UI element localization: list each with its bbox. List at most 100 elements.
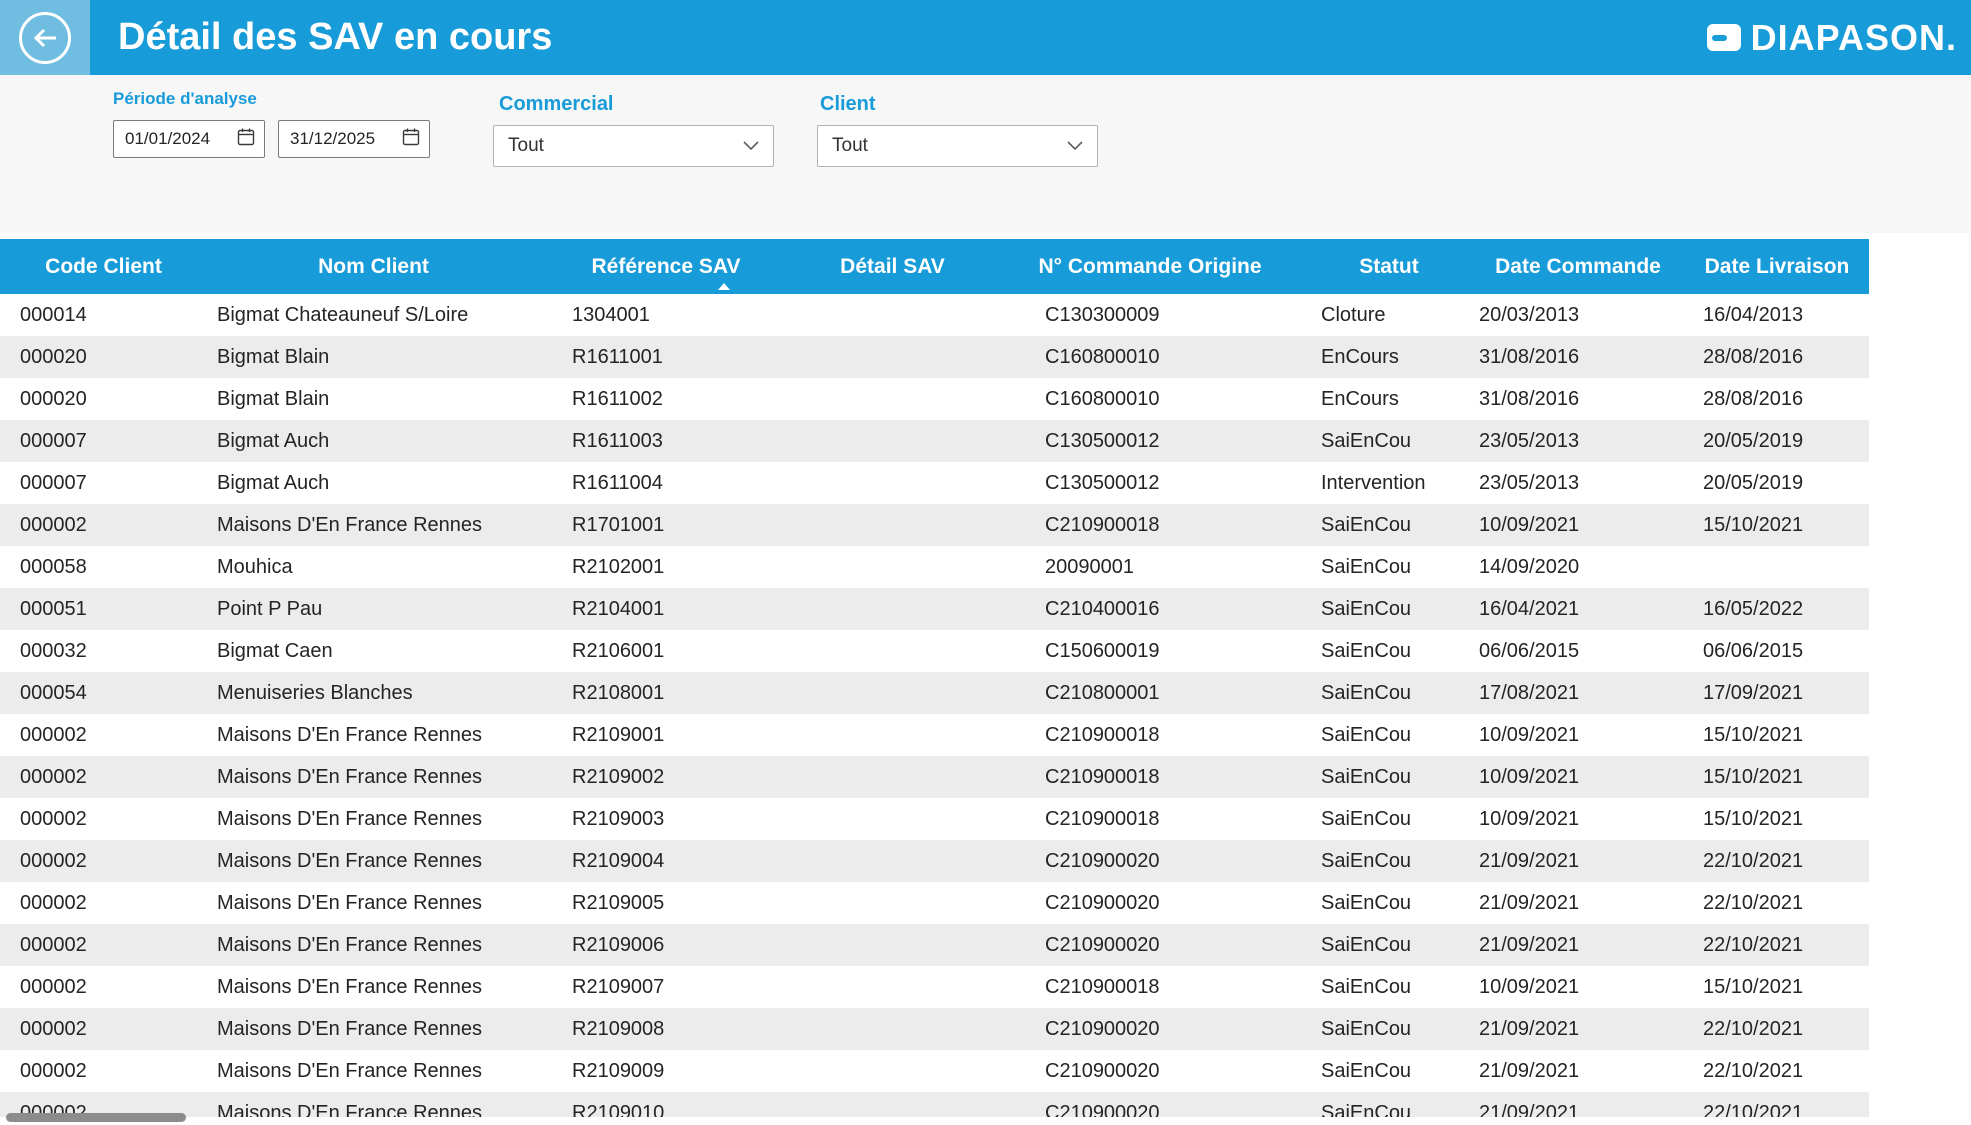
cell-date-livraison: 22/10/2021 xyxy=(1685,882,1869,924)
table-row[interactable]: 000014Bigmat Chateauneuf S/Loire1304001C… xyxy=(0,294,1869,336)
column-header-date-commande[interactable]: Date Commande xyxy=(1471,239,1685,294)
cell-statut: SaiEnCou xyxy=(1307,504,1471,546)
cell-nom-client: Maisons D'En France Rennes xyxy=(207,1008,540,1050)
cell-num-commande-origine: 20090001 xyxy=(993,546,1307,588)
cell-date-livraison: 15/10/2021 xyxy=(1685,756,1869,798)
column-header-label: Date Commande xyxy=(1495,255,1661,279)
cell-reference-sav: R2109005 xyxy=(540,882,792,924)
back-button[interactable] xyxy=(0,0,90,75)
table-row[interactable]: 000002Maisons D'En France RennesR2109002… xyxy=(0,756,1869,798)
cell-date-livraison: 16/05/2022 xyxy=(1685,588,1869,630)
cell-statut: EnCours xyxy=(1307,378,1471,420)
column-header-statut[interactable]: Statut xyxy=(1307,239,1471,294)
cell-num-commande-origine: C150600019 xyxy=(993,630,1307,672)
cell-code-client: 000002 xyxy=(0,504,207,546)
cell-code-client: 000054 xyxy=(0,672,207,714)
diapason-logo: DIAPASON. xyxy=(1707,0,1957,75)
cell-num-commande-origine: C210900018 xyxy=(993,714,1307,756)
table-row[interactable]: 000002Maisons D'En France RennesR2109001… xyxy=(0,714,1869,756)
cell-nom-client: Maisons D'En France Rennes xyxy=(207,1050,540,1092)
client-dropdown-value: Tout xyxy=(832,135,868,157)
cell-statut: SaiEnCou xyxy=(1307,798,1471,840)
cell-detail-sav xyxy=(792,588,993,630)
table-row[interactable]: 000002Maisons D'En France RennesR2109005… xyxy=(0,882,1869,924)
table-row[interactable]: 000002Maisons D'En France RennesR2109003… xyxy=(0,798,1869,840)
table-row[interactable]: 000002Maisons D'En France RennesR2109009… xyxy=(0,1050,1869,1092)
cell-statut: SaiEnCou xyxy=(1307,840,1471,882)
commercial-label: Commercial xyxy=(499,93,614,116)
table-row[interactable]: 000002Maisons D'En France RennesR1701001… xyxy=(0,504,1869,546)
column-header-label: Statut xyxy=(1359,255,1419,279)
column-header-label: Date Livraison xyxy=(1705,255,1850,279)
cell-reference-sav: R2109009 xyxy=(540,1050,792,1092)
table-row[interactable]: 000054Menuiseries BlanchesR2108001C21080… xyxy=(0,672,1869,714)
cell-nom-client: Maisons D'En France Rennes xyxy=(207,882,540,924)
cell-detail-sav xyxy=(792,966,993,1008)
table-row[interactable]: 000002Maisons D'En France RennesR2109008… xyxy=(0,1008,1869,1050)
cell-date-commande: 21/09/2021 xyxy=(1471,1092,1685,1117)
cell-date-livraison: 15/10/2021 xyxy=(1685,714,1869,756)
cell-statut: SaiEnCou xyxy=(1307,756,1471,798)
column-header-nom-client[interactable]: Nom Client xyxy=(207,239,540,294)
cell-num-commande-origine: C210800001 xyxy=(993,672,1307,714)
cell-statut: SaiEnCou xyxy=(1307,924,1471,966)
table-row[interactable]: 000002Maisons D'En France RennesR2109004… xyxy=(0,840,1869,882)
cell-code-client: 000007 xyxy=(0,462,207,504)
period-end-input[interactable]: 31/12/2025 xyxy=(278,120,430,158)
page-title: Détail des SAV en cours xyxy=(118,16,552,59)
cell-date-livraison: 15/10/2021 xyxy=(1685,966,1869,1008)
column-header-code-client[interactable]: Code Client xyxy=(0,239,207,294)
cell-date-commande: 06/06/2015 xyxy=(1471,630,1685,672)
cell-nom-client: Maisons D'En France Rennes xyxy=(207,924,540,966)
cell-reference-sav: 1304001 xyxy=(540,294,792,336)
column-header-num-commande-origine[interactable]: N° Commande Origine xyxy=(993,239,1307,294)
table-row[interactable]: 000002Maisons D'En France RennesR2109010… xyxy=(0,1092,1869,1117)
cell-detail-sav xyxy=(792,420,993,462)
cell-reference-sav: R2109004 xyxy=(540,840,792,882)
cell-statut: SaiEnCou xyxy=(1307,1050,1471,1092)
cell-nom-client: Bigmat Auch xyxy=(207,462,540,504)
cell-statut: SaiEnCou xyxy=(1307,714,1471,756)
column-header-date-livraison[interactable]: Date Livraison xyxy=(1685,239,1869,294)
table-row[interactable]: 000020Bigmat BlainR1611002C160800010EnCo… xyxy=(0,378,1869,420)
cell-detail-sav xyxy=(792,1092,993,1117)
column-header-detail-sav[interactable]: Détail SAV xyxy=(792,239,993,294)
cell-detail-sav xyxy=(792,504,993,546)
table-row[interactable]: 000007Bigmat AuchR1611004C130500012Inter… xyxy=(0,462,1869,504)
cell-date-livraison: 22/10/2021 xyxy=(1685,840,1869,882)
cell-date-commande: 10/09/2021 xyxy=(1471,966,1685,1008)
cell-reference-sav: R2109006 xyxy=(540,924,792,966)
diapason-logo-text: DIAPASON. xyxy=(1751,17,1957,59)
cell-statut: SaiEnCou xyxy=(1307,588,1471,630)
cell-date-commande: 10/09/2021 xyxy=(1471,504,1685,546)
table-row[interactable]: 000002Maisons D'En France RennesR2109006… xyxy=(0,924,1869,966)
cell-code-client: 000002 xyxy=(0,966,207,1008)
cell-date-livraison: 15/10/2021 xyxy=(1685,504,1869,546)
cell-num-commande-origine: C210900018 xyxy=(993,798,1307,840)
column-header-reference-sav[interactable]: Référence SAV xyxy=(540,239,792,294)
period-start-input[interactable]: 01/01/2024 xyxy=(113,120,265,158)
table-row[interactable]: 000002Maisons D'En France RennesR2109007… xyxy=(0,966,1869,1008)
client-dropdown[interactable]: Tout xyxy=(817,125,1098,167)
cell-reference-sav: R2109010 xyxy=(540,1092,792,1117)
cell-num-commande-origine: C210900020 xyxy=(993,840,1307,882)
calendar-icon[interactable] xyxy=(401,127,421,152)
cell-reference-sav: R2108001 xyxy=(540,672,792,714)
table-row[interactable]: 000058MouhicaR210200120090001SaiEnCou14/… xyxy=(0,546,1869,588)
cell-date-livraison: 22/10/2021 xyxy=(1685,924,1869,966)
commercial-dropdown[interactable]: Tout xyxy=(493,125,774,167)
calendar-icon[interactable] xyxy=(236,127,256,152)
cell-detail-sav xyxy=(792,756,993,798)
cell-num-commande-origine: C210900020 xyxy=(993,1008,1307,1050)
cell-reference-sav: R2104001 xyxy=(540,588,792,630)
cell-nom-client: Maisons D'En France Rennes xyxy=(207,798,540,840)
cell-detail-sav xyxy=(792,714,993,756)
cell-date-livraison: 16/04/2013 xyxy=(1685,294,1869,336)
cell-statut: SaiEnCou xyxy=(1307,882,1471,924)
column-header-label: Nom Client xyxy=(318,255,429,279)
table-row[interactable]: 000007Bigmat AuchR1611003C130500012SaiEn… xyxy=(0,420,1869,462)
horizontal-scrollbar[interactable] xyxy=(6,1113,186,1122)
table-row[interactable]: 000032Bigmat CaenR2106001C150600019SaiEn… xyxy=(0,630,1869,672)
table-row[interactable]: 000020Bigmat BlainR1611001C160800010EnCo… xyxy=(0,336,1869,378)
table-row[interactable]: 000051Point P PauR2104001C210400016SaiEn… xyxy=(0,588,1869,630)
